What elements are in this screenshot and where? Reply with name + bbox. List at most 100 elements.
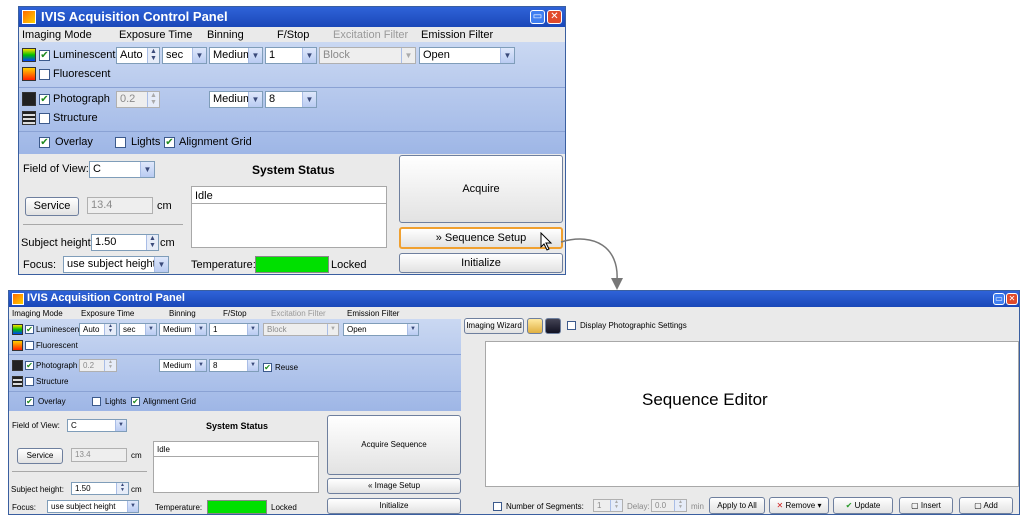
focus-value: use subject height [67, 258, 156, 270]
sequence-editor-label: Sequence Editor [642, 390, 768, 409]
structure-icon [12, 376, 23, 387]
add-icon: ▢ [974, 501, 982, 510]
spinner-icon[interactable]: ▲ ▼ [104, 324, 116, 335]
image-setup-label: Image Setup [374, 481, 421, 490]
alignment-grid-checkbox[interactable]: ✔ [131, 397, 140, 406]
acquire-sequence-button[interactable]: Acquire Sequence [327, 415, 461, 475]
fstop-select[interactable]: 1 ▼ [265, 47, 317, 64]
focus-select[interactable]: use subject height ▼ [63, 256, 169, 273]
save-icon[interactable] [545, 318, 561, 334]
dropdown-arrow-icon[interactable]: ▼ [192, 48, 206, 63]
spinner-icon[interactable]: ▲ ▼ [147, 48, 159, 63]
photograph-fstop-select[interactable]: 8 ▼ [265, 91, 317, 108]
sequence-editor-area[interactable] [485, 341, 1019, 487]
dropdown-arrow-icon[interactable]: ▼ [195, 360, 206, 371]
excitation-filter-select: Block ▼ [319, 47, 416, 64]
subject-height-field[interactable]: 1.50 ▲ ▼ [91, 234, 159, 251]
emission-filter-select[interactable]: Open ▼ [419, 47, 515, 64]
spinner-icon: ▲ ▼ [674, 500, 686, 511]
image-setup-button[interactable]: « Image Setup [327, 478, 461, 494]
exposure-time-field[interactable]: Auto ▲ ▼ [79, 323, 117, 336]
luminescent-checkbox[interactable]: ✔ [39, 50, 50, 61]
dropdown-arrow-icon[interactable]: ▼ [140, 162, 154, 177]
divider [9, 354, 461, 355]
insert-icon: ▢ [911, 501, 919, 510]
dropdown-arrow-icon[interactable]: ▼ [154, 257, 168, 272]
service-button[interactable]: Service [17, 448, 63, 464]
add-label: Add [983, 501, 998, 510]
focus-select[interactable]: use subject height ▼ [47, 500, 139, 513]
remove-button[interactable]: ✕ Remove ▾ [769, 497, 829, 514]
dropdown-arrow-icon[interactable]: ▼ [195, 324, 206, 335]
dropdown-arrow-icon: ▼ [401, 48, 415, 63]
photograph-fstop-select[interactable]: 8 ▼ [209, 359, 259, 372]
overlay-checkbox[interactable]: ✔ [25, 397, 34, 406]
fluorescent-checkbox[interactable] [25, 341, 34, 350]
fstop-value: 1 [213, 325, 218, 334]
service-button[interactable]: Service [25, 197, 79, 216]
dropdown-arrow-icon[interactable]: ▼ [247, 360, 258, 371]
apply-to-all-button[interactable]: Apply to All [709, 497, 765, 514]
acquire-button[interactable]: Acquire [399, 155, 563, 223]
exposure-time-field[interactable]: Auto ▲ ▼ [116, 47, 160, 64]
emission-filter-select[interactable]: Open ▼ [343, 323, 419, 336]
open-folder-icon[interactable] [527, 318, 543, 334]
luminescent-label: Luminescent [53, 49, 116, 61]
reuse-checkbox[interactable]: ✔ [263, 363, 272, 372]
dropdown-arrow-icon[interactable]: ▼ [248, 92, 262, 107]
dropdown-arrow-icon[interactable]: ▼ [248, 48, 262, 63]
number-of-segments-checkbox[interactable] [493, 502, 502, 511]
initialize-button[interactable]: Initialize [399, 253, 563, 273]
field-of-view-select[interactable]: C ▼ [89, 161, 155, 178]
minimize-icon[interactable]: ▭ [530, 10, 545, 24]
acquire-sequence-label: Acquire Sequence [361, 440, 427, 449]
fluorescent-checkbox[interactable] [39, 69, 50, 80]
divider [19, 131, 565, 132]
initialize-button[interactable]: Initialize [327, 498, 461, 514]
dropdown-arrow-icon[interactable]: ▼ [500, 48, 514, 63]
update-button[interactable]: ✔ Update [833, 497, 893, 514]
binning-select[interactable]: Medium ▼ [159, 323, 207, 336]
system-status-title: System Status [206, 421, 269, 431]
spinner-icon[interactable]: ▲ ▼ [146, 235, 158, 250]
dropdown-arrow-icon[interactable]: ▼ [302, 92, 316, 107]
subject-height-field[interactable]: 1.50 ▲ ▼ [71, 482, 129, 495]
lights-checkbox[interactable] [115, 137, 126, 148]
dropdown-arrow-icon[interactable]: ▼ [407, 324, 418, 335]
close-icon[interactable]: ✕ [1006, 293, 1018, 305]
exposure-unit-select[interactable]: sec ▼ [162, 47, 207, 64]
dropdown-arrow-icon[interactable]: ▼ [127, 501, 138, 512]
photograph-checkbox[interactable]: ✔ [39, 94, 50, 105]
structure-label: Structure [53, 112, 98, 124]
minimize-icon[interactable]: ▭ [993, 293, 1005, 305]
overlay-checkbox[interactable]: ✔ [39, 137, 50, 148]
structure-checkbox[interactable] [25, 377, 34, 386]
photograph-exposure-value: 0.2 [83, 361, 95, 370]
dropdown-arrow-icon[interactable]: ▼ [115, 420, 126, 431]
focus-value: use subject height [51, 502, 116, 511]
insert-button[interactable]: ▢ Insert [899, 497, 953, 514]
lights-checkbox[interactable] [92, 397, 101, 406]
imaging-wizard-button[interactable]: Imaging Wizard [464, 318, 524, 334]
field-of-view-select[interactable]: C ▼ [67, 419, 127, 432]
spinner-icon[interactable]: ▲ ▼ [116, 483, 128, 494]
sequence-setup-button[interactable]: » Sequence Setup [399, 227, 563, 249]
temperature-indicator [255, 256, 329, 273]
dropdown-arrow-icon[interactable]: ▼ [247, 324, 258, 335]
structure-checkbox[interactable] [39, 113, 50, 124]
dropdown-arrow-icon[interactable]: ▼ [302, 48, 316, 63]
binning-select[interactable]: Medium ▼ [209, 47, 263, 64]
service-label: Service [26, 451, 54, 460]
dropdown-arrow-icon[interactable]: ▼ [145, 324, 156, 335]
alignment-grid-checkbox[interactable]: ✔ [164, 137, 175, 148]
add-button[interactable]: ▢ Add [959, 497, 1013, 514]
fstop-select[interactable]: 1 ▼ [209, 323, 259, 336]
photograph-binning-select[interactable]: Medium ▼ [159, 359, 207, 372]
display-photographic-settings-checkbox[interactable] [567, 321, 576, 330]
photograph-binning-select[interactable]: Medium ▼ [209, 91, 263, 108]
luminescent-checkbox[interactable]: ✔ [25, 325, 34, 334]
exposure-unit-select[interactable]: sec ▼ [119, 323, 157, 336]
close-icon[interactable]: ✕ [547, 10, 562, 24]
display-photographic-settings-label: Display Photographic Settings [580, 321, 687, 330]
photograph-checkbox[interactable]: ✔ [25, 361, 34, 370]
